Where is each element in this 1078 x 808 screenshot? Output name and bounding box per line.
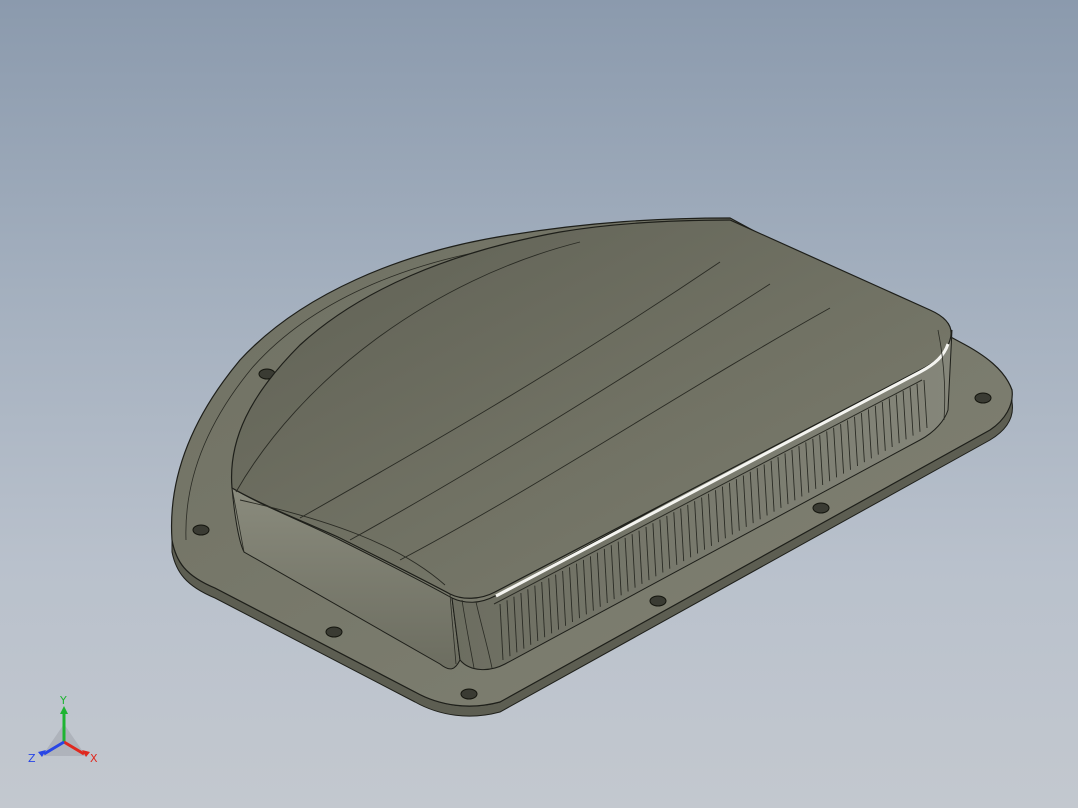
graphics-viewport[interactable]: Y X Z	[0, 0, 1078, 808]
mounting-hole[interactable]	[812, 502, 830, 514]
mounting-hole[interactable]	[649, 595, 667, 607]
cad-model[interactable]	[0, 0, 1078, 808]
mounting-hole[interactable]	[974, 392, 992, 404]
mounting-hole[interactable]	[192, 524, 210, 536]
y-axis-arrow	[60, 706, 68, 714]
y-axis-label: Y	[59, 694, 67, 707]
x-axis-label: X	[90, 752, 98, 765]
mounting-hole[interactable]	[325, 626, 343, 638]
mounting-hole[interactable]	[460, 688, 478, 700]
orientation-triad[interactable]: Y X Z	[24, 694, 104, 770]
z-axis-label: Z	[28, 752, 36, 765]
